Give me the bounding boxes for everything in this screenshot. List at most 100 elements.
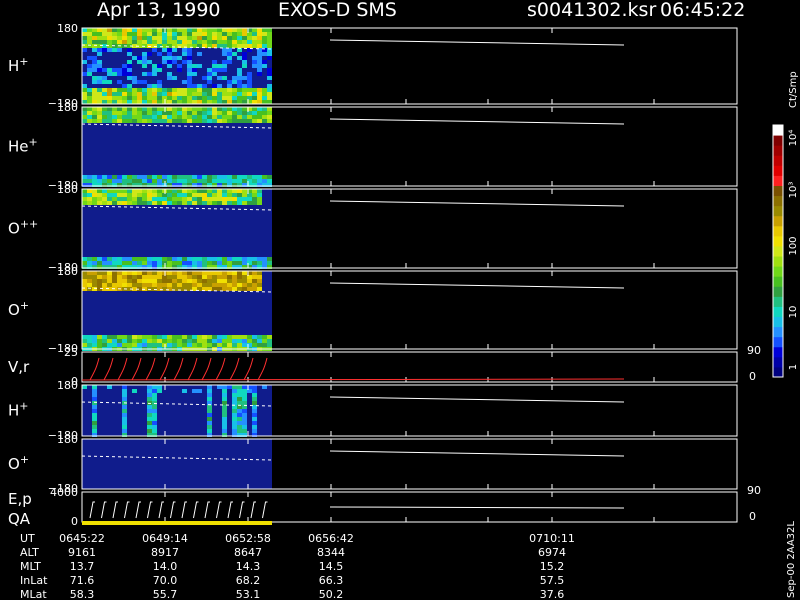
energy-step bbox=[216, 501, 222, 519]
spectrogram-cell bbox=[92, 36, 97, 40]
spectrogram-cell bbox=[232, 92, 237, 96]
spectrogram-cell bbox=[267, 111, 272, 115]
spectrogram-cell bbox=[152, 119, 157, 123]
spectrogram-cell bbox=[92, 175, 97, 179]
spectrogram-cell bbox=[167, 56, 172, 60]
spectrogram-cell bbox=[187, 64, 192, 68]
spectrogram-cell bbox=[207, 201, 212, 205]
spectrogram-cell bbox=[142, 335, 147, 339]
spectrogram-cell bbox=[112, 68, 117, 72]
ephem-cell: 66.3 bbox=[319, 574, 344, 587]
spectrogram-cell bbox=[252, 44, 257, 48]
spectrogram-cell bbox=[107, 80, 112, 84]
spectrogram-cell bbox=[127, 115, 132, 119]
spectrogram-cell bbox=[157, 389, 162, 393]
spectrogram-cell bbox=[227, 100, 232, 104]
spectrogram-cell bbox=[92, 80, 97, 84]
spectrogram-cell bbox=[142, 107, 147, 111]
spectrogram-cell bbox=[237, 389, 242, 393]
spectrogram-cell bbox=[162, 257, 167, 261]
spectrogram-cell bbox=[247, 201, 252, 205]
spectrogram-cell bbox=[237, 425, 242, 429]
spectrogram-cell bbox=[217, 44, 222, 48]
panel-label: E,p bbox=[8, 490, 32, 508]
spectrogram-cell bbox=[257, 257, 262, 261]
spectrogram-cell bbox=[247, 279, 252, 283]
spectrogram-cell bbox=[172, 257, 177, 261]
spectrogram-cell bbox=[237, 175, 242, 179]
spectrogram-cell bbox=[192, 32, 197, 36]
spectrogram-cell bbox=[92, 339, 97, 343]
spectrogram-cell bbox=[242, 92, 247, 96]
spectrogram-cell bbox=[242, 100, 247, 104]
spectrogram-cell bbox=[232, 401, 237, 405]
spectrogram-cell bbox=[147, 339, 152, 343]
spectrogram-cell bbox=[182, 283, 187, 287]
spectrogram-cell bbox=[92, 429, 97, 433]
spectrogram-cell bbox=[207, 68, 212, 72]
spectrogram-cell bbox=[197, 100, 202, 104]
spectrogram-cell bbox=[102, 197, 107, 201]
spectrogram-cell bbox=[157, 197, 162, 201]
spectrogram-cell bbox=[107, 271, 112, 275]
spectrogram-cell bbox=[262, 107, 267, 111]
spectrogram-cell bbox=[87, 100, 92, 104]
spectrogram-cell bbox=[227, 96, 232, 100]
spectrogram-cell bbox=[207, 413, 212, 417]
spectrogram-cell bbox=[82, 32, 87, 36]
spectrogram-cell bbox=[222, 68, 227, 72]
spectrogram-cell bbox=[127, 76, 132, 80]
spectrogram-cell bbox=[137, 261, 142, 265]
spectrogram-cell bbox=[207, 36, 212, 40]
spectrogram-cell bbox=[257, 283, 262, 287]
spectrogram-cell bbox=[127, 119, 132, 123]
spectrogram-cell bbox=[182, 115, 187, 119]
spectrogram-cell bbox=[147, 429, 152, 433]
spectrogram-cell bbox=[242, 96, 247, 100]
spectrogram-cell bbox=[192, 279, 197, 283]
spectrogram-cell bbox=[92, 92, 97, 96]
spectrogram-cell bbox=[117, 257, 122, 261]
spectrogram-cell bbox=[202, 92, 207, 96]
energy-step bbox=[170, 501, 176, 519]
spectrogram-cell bbox=[117, 68, 122, 72]
spectrogram-cell bbox=[127, 64, 132, 68]
spectrogram-cell bbox=[102, 36, 107, 40]
spectrogram-cell bbox=[227, 385, 232, 389]
spectrogram-cell bbox=[82, 339, 87, 343]
spectrogram-cell bbox=[202, 100, 207, 104]
spectrogram-cell bbox=[257, 60, 262, 64]
spectrogram-cell bbox=[247, 44, 252, 48]
spectrogram-cell bbox=[242, 393, 247, 397]
spectrogram-cell bbox=[152, 197, 157, 201]
spectrogram-cell bbox=[192, 72, 197, 76]
ephem-cell: 70.0 bbox=[153, 574, 178, 587]
spectrogram-cell bbox=[152, 28, 157, 32]
spectrogram-cell bbox=[127, 257, 132, 261]
spectrogram-cell bbox=[122, 115, 127, 119]
spectrogram-cell bbox=[142, 279, 147, 283]
spectrogram-cell bbox=[147, 107, 152, 111]
spectrogram-cell bbox=[102, 40, 107, 44]
spectrogram-cell bbox=[212, 343, 217, 347]
spectrogram-cell bbox=[127, 36, 132, 40]
spectrogram-cell bbox=[257, 40, 262, 44]
spectrogram-cell bbox=[152, 339, 157, 343]
spectrogram-cell bbox=[257, 56, 262, 60]
spectrogram-cell bbox=[112, 343, 117, 347]
spectrogram-cell bbox=[157, 80, 162, 84]
spectrogram-cell bbox=[147, 425, 152, 429]
spectrogram-cell bbox=[217, 119, 222, 123]
ephem-cell: 8647 bbox=[234, 546, 262, 559]
spectrogram-cell bbox=[132, 111, 137, 115]
spectrogram-cell bbox=[182, 335, 187, 339]
spectrogram-cell bbox=[227, 287, 232, 291]
spectrogram-cell bbox=[192, 271, 197, 275]
spectrogram-cell bbox=[217, 189, 222, 193]
spectrogram-cell bbox=[267, 179, 272, 183]
spectrogram-cell bbox=[197, 389, 202, 393]
spectrogram-cell bbox=[142, 271, 147, 275]
colorbar-label: 10³ bbox=[788, 182, 799, 199]
spectrogram-cell bbox=[137, 271, 142, 275]
spectrogram-cell bbox=[252, 28, 257, 32]
